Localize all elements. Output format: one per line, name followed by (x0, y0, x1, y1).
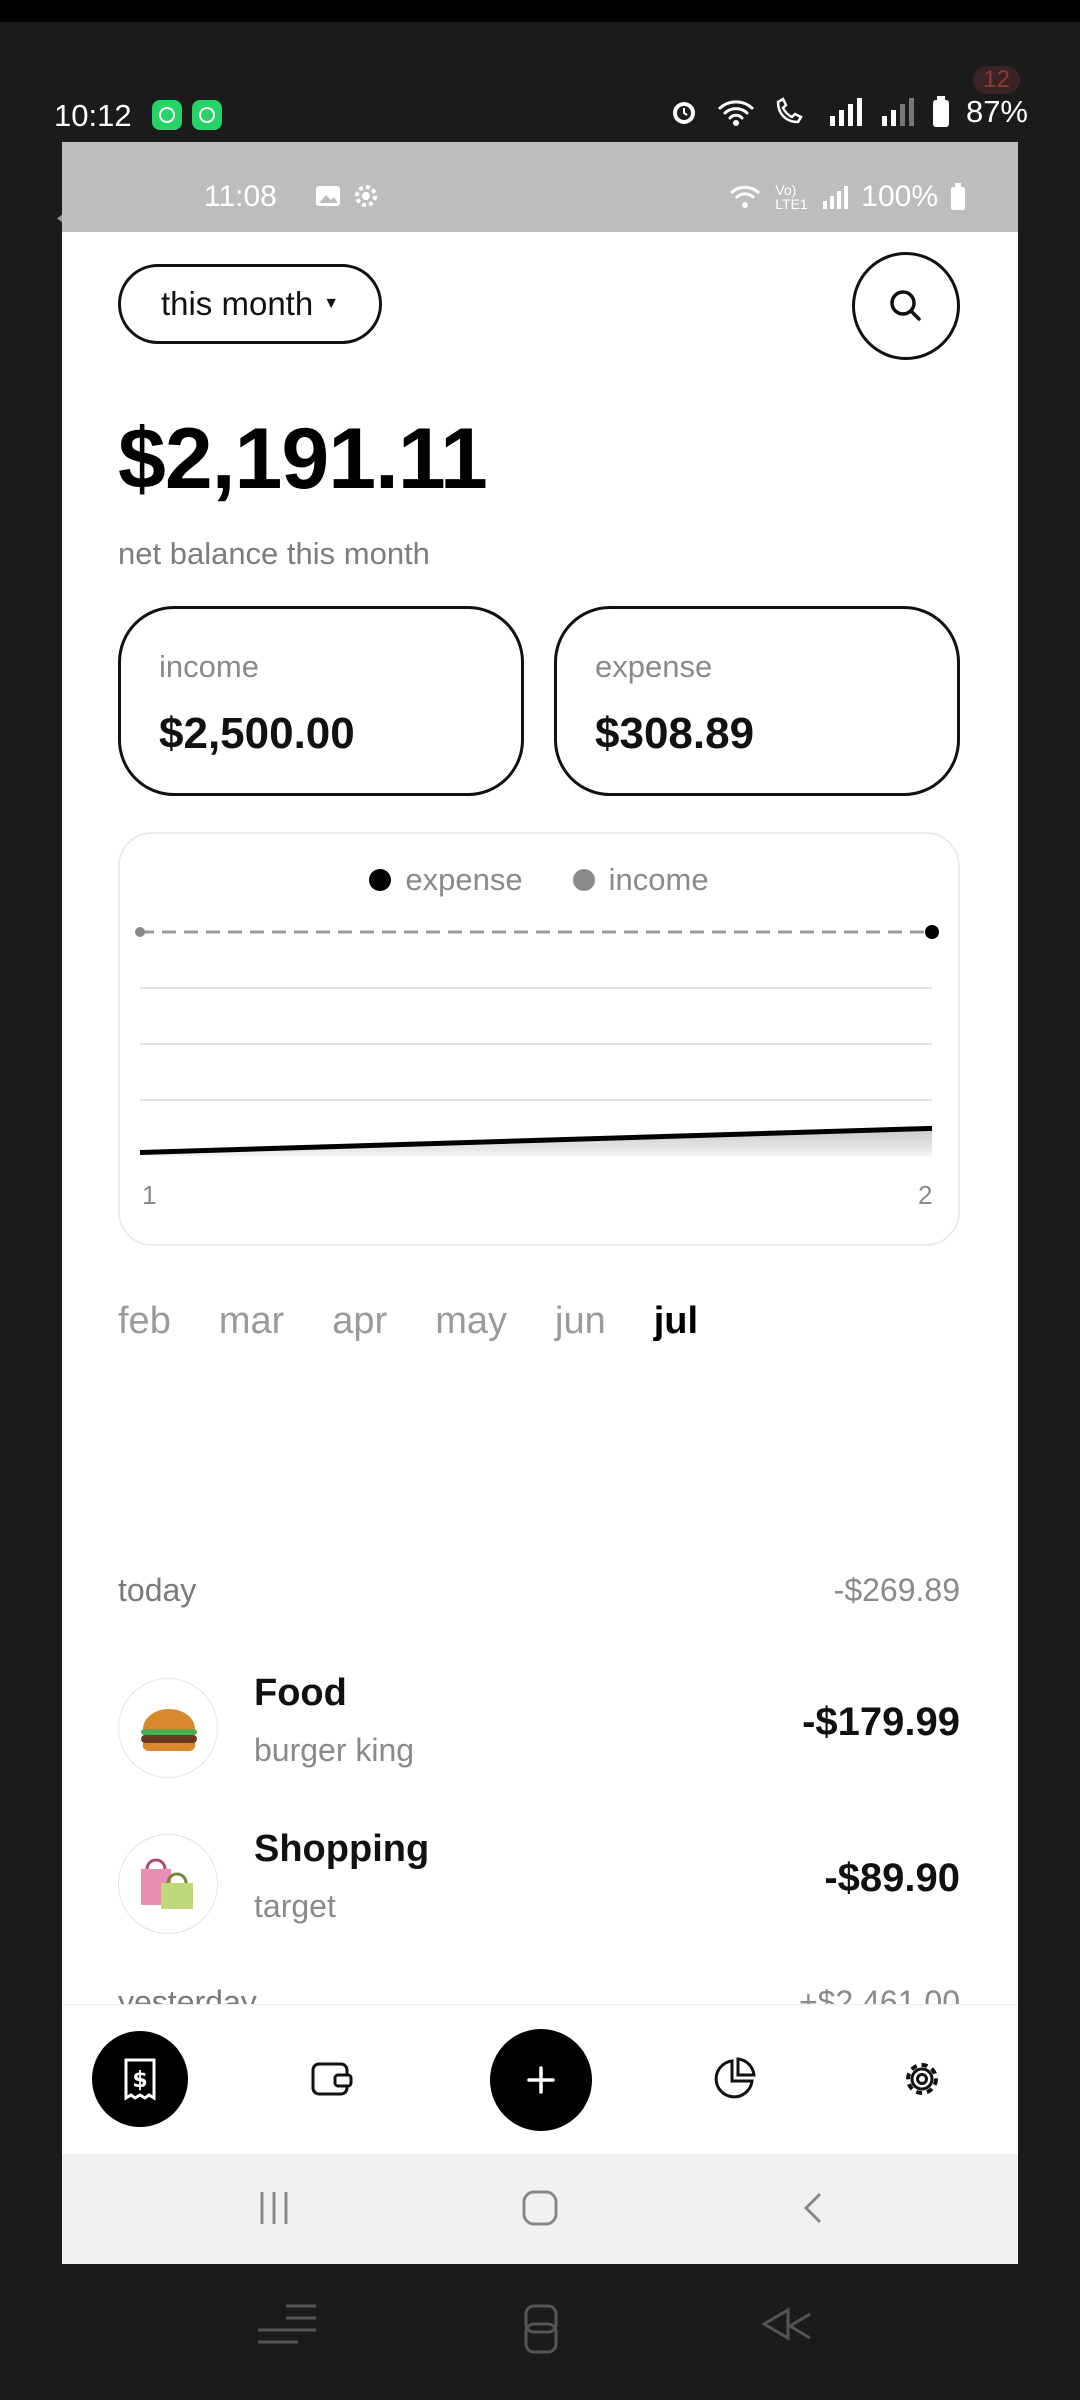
nav-statistics[interactable] (686, 2031, 782, 2127)
alarm-icon (672, 102, 695, 124)
period-selector[interactable]: this month ▼ (118, 264, 382, 344)
caret-down-icon: ▼ (323, 295, 340, 312)
expense-end-point (925, 925, 939, 939)
net-balance-label: net balance this month (118, 536, 430, 571)
settings-icon (906, 2063, 938, 2095)
inner-battery-level: 100% (861, 180, 938, 213)
bottom-navigation: $ (62, 2004, 1018, 2155)
transaction-merchant: target (254, 1888, 336, 1924)
nav-wallet[interactable] (284, 2031, 380, 2127)
back-icon[interactable] (794, 2188, 834, 2228)
nav-add-button[interactable] (490, 2029, 592, 2131)
transaction-amount: -$179.99 (802, 1700, 960, 1744)
month-tabs: feb mar apr may jun jul (118, 1300, 698, 1343)
gallery-icon (316, 186, 340, 206)
inner-system-navigation (62, 2154, 1018, 2264)
month-tab-may[interactable]: may (435, 1300, 507, 1343)
search-button[interactable] (852, 252, 960, 360)
income-point (135, 927, 145, 937)
svg-text:$: $ (132, 2068, 147, 2093)
day-label: today (118, 1572, 197, 1608)
device-clock: 10:12 (54, 98, 132, 133)
net-balance-amount: $2,191.11 (118, 411, 488, 507)
expense-value: $308.89 (595, 709, 755, 758)
inner-status-bar: 11:08 Vo) LTE1 100% (62, 142, 1018, 232)
expense-card[interactable]: expense $308.89 (554, 606, 960, 796)
battery-icon (932, 96, 949, 127)
line-chart: 12 (135, 925, 939, 1210)
x-tick-label: 2 (918, 1180, 932, 1210)
income-value: $2,500.00 (159, 709, 355, 758)
receipt-dollar-icon: $ (124, 2058, 156, 2101)
signal-icon (829, 98, 862, 126)
transaction-category: Food (254, 1672, 347, 1714)
wifi-icon (718, 100, 754, 126)
period-label: this month (160, 285, 314, 322)
month-tab-jul[interactable]: jul (654, 1300, 698, 1343)
inner-wifi-icon (730, 185, 761, 208)
x-tick-label: 1 (142, 1180, 156, 1210)
device-home-icon[interactable] (522, 2300, 562, 2356)
device-navigation-bar (0, 2264, 1080, 2400)
income-card[interactable]: income $2,500.00 (118, 606, 524, 796)
notification-count-badge: 12 (973, 66, 1020, 94)
burger-icon (118, 1678, 218, 1778)
recent-apps-icon[interactable] (254, 2188, 294, 2228)
inner-clock: 11:08 (204, 180, 277, 213)
pie-chart-icon (714, 2057, 756, 2099)
whatsapp-icon (152, 100, 182, 130)
wallet-icon (311, 2062, 353, 2096)
wifi-call-icon (776, 97, 803, 124)
nav-settings[interactable] (874, 2031, 970, 2127)
transaction-merchant: burger king (254, 1732, 415, 1768)
device-recent-apps-icon[interactable] (256, 2300, 322, 2354)
home-icon[interactable] (520, 2188, 560, 2228)
device-status-bar: 10:12 12 87% (0, 22, 1080, 144)
signal-icon-2 (881, 98, 914, 126)
nav-transactions[interactable]: $ (92, 2031, 188, 2127)
device-back-icon[interactable] (760, 2304, 826, 2348)
search-icon (890, 290, 921, 321)
transaction-amount: -$89.90 (824, 1856, 960, 1900)
balance-chart-card: expense income 12 (118, 832, 960, 1246)
top-bezel (0, 0, 1080, 22)
inner-battery-icon (951, 183, 965, 210)
month-tab-feb[interactable]: feb (118, 1300, 171, 1343)
month-tab-apr[interactable]: apr (332, 1300, 387, 1343)
day-group-header: today -$269.89 (118, 1572, 960, 1609)
day-total: -$269.89 (833, 1572, 960, 1608)
month-tab-mar[interactable]: mar (219, 1300, 284, 1343)
device-battery-level: 87% (965, 94, 1028, 129)
transaction-row[interactable]: Food burger king -$179.99 (118, 1672, 960, 1782)
expense-label: expense (595, 649, 713, 684)
month-tab-jun[interactable]: jun (555, 1300, 606, 1343)
add-icon (527, 2066, 555, 2094)
transaction-row[interactable]: Shopping target -$89.90 (118, 1828, 960, 1938)
app-screen: 11:08 Vo) LTE1 100% this month ▼ $2,191.… (62, 142, 1018, 2264)
transaction-category: Shopping (254, 1828, 430, 1870)
inner-signal-icon (823, 186, 849, 209)
inner-network-label: Vo) LTE1 (775, 182, 808, 212)
shopping-bags-icon (118, 1834, 218, 1934)
settings-gear-small-icon (355, 185, 377, 207)
whatsapp-business-icon (192, 100, 222, 130)
income-label: income (159, 649, 259, 684)
